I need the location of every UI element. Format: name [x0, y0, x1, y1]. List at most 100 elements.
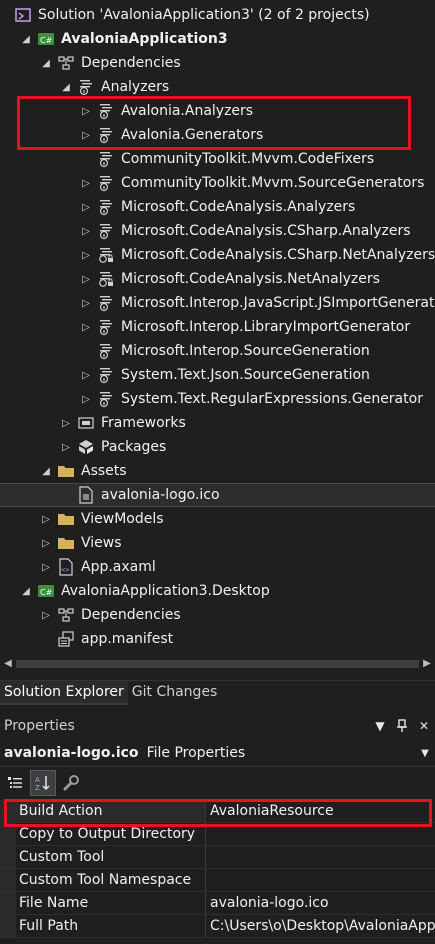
expand-arrow-icon[interactable]: ▷	[79, 195, 93, 219]
tree-item-label: Assets	[81, 463, 127, 479]
tree-item-app-axaml[interactable]: ▷ <> App.axaml	[0, 555, 435, 579]
analyzer-icon	[97, 174, 115, 192]
tree-item-communitytoolkit-mvvm-sourcegenerators[interactable]: ▷ CommunityToolkit.Mvvm.SourceGenerators	[0, 171, 435, 195]
close-icon[interactable]: ✕	[413, 715, 435, 737]
property-row-custom-tool-namespace[interactable]: Custom Tool Namespace	[0, 869, 435, 892]
tree-item-label: ViewModels	[81, 511, 164, 527]
folder-icon	[57, 510, 75, 528]
alphabetical-button[interactable]: A Z	[30, 770, 56, 796]
tree-item-label: Dependencies	[81, 55, 181, 71]
dependencies-icon	[57, 54, 75, 72]
analyzer-icon	[97, 294, 115, 312]
alphabetical-sort-icon: A Z	[35, 776, 50, 792]
tree-item-label: App.axaml	[81, 559, 156, 575]
tree-item-microsoft-codeanalysis-csharp-netanalyzers[interactable]: ▷ Microsoft.CodeAnalysis.CSharp.NetAnalyz…	[0, 243, 435, 267]
collapse-arrow-icon[interactable]: ◢	[39, 51, 53, 75]
tab-solution-explorer[interactable]: Solution Explorer	[0, 681, 128, 705]
tree-item-avaloniaapplication3-desktop[interactable]: ◢ C# AvaloniaApplication3.Desktop	[0, 579, 435, 603]
property-value[interactable]	[206, 869, 435, 891]
chevron-down-icon[interactable]: ▼	[415, 748, 435, 759]
tree-item-microsoft-interop-sourcegeneration[interactable]: Microsoft.Interop.SourceGeneration	[0, 339, 435, 363]
expand-arrow-icon[interactable]: ▷	[39, 531, 53, 555]
tree-item-assets[interactable]: ◢ Assets	[0, 459, 435, 483]
property-value[interactable]	[206, 846, 435, 868]
folder-icon	[57, 534, 75, 552]
expand-arrow-icon[interactable]: ▷	[39, 555, 53, 579]
property-pages-button[interactable]	[58, 770, 84, 796]
expand-arrow-icon[interactable]: ▷	[39, 507, 53, 531]
categorized-button[interactable]	[2, 770, 28, 796]
scroll-right-icon[interactable]: ▶	[421, 656, 433, 672]
tree-horizontal-scrollbar[interactable]: ◀ ▶	[0, 652, 435, 680]
expand-arrow-icon[interactable]: ▷	[79, 363, 93, 387]
analyzer-icon	[97, 198, 115, 216]
analyzer-lock-icon	[97, 246, 115, 264]
tree-item-label: CommunityToolkit.Mvvm.SourceGenerators	[121, 175, 425, 191]
folder-icon	[57, 462, 75, 480]
tree-item-label: System.Text.RegularExpressions.Generator	[121, 391, 423, 407]
tree-item-microsoft-codeanalysis-analyzers[interactable]: ▷ Microsoft.CodeAnalysis.Analyzers	[0, 195, 435, 219]
tree-item-label: Microsoft.Interop.JavaScript.JSImportGen…	[121, 295, 435, 311]
tree-item-microsoft-interop-libraryimportgenerator[interactable]: ▷ Microsoft.Interop.LibraryImportGenerato…	[0, 315, 435, 339]
tree-item-dependencies[interactable]: ▷ Dependencies	[0, 603, 435, 627]
tree-item-label: Microsoft.CodeAnalysis.CSharp.Analyzers	[121, 223, 411, 239]
analyzer-icon	[97, 150, 115, 168]
property-name: Full Path	[16, 915, 206, 937]
tree-item-label: Microsoft.Interop.SourceGeneration	[121, 343, 370, 359]
frameworks-icon	[77, 414, 95, 432]
property-margin	[0, 846, 16, 868]
expand-arrow-icon[interactable]: ▷	[79, 387, 93, 411]
tab-git-changes[interactable]: Git Changes	[128, 681, 222, 703]
collapse-arrow-icon[interactable]: ◢	[19, 579, 33, 603]
tree-item-microsoft-interop-javascript-jsimportgenerator[interactable]: ▷ Microsoft.Interop.JavaScript.JSImportGe…	[0, 291, 435, 315]
tree-item-app-manifest[interactable]: app.manifest	[0, 627, 435, 651]
window-menu-dropdown-icon[interactable]: ▼	[369, 715, 391, 737]
expand-arrow-icon[interactable]: ▷	[79, 315, 93, 339]
tree-item-label: Dependencies	[81, 607, 181, 623]
property-row-full-path[interactable]: Full Path C:\Users\o\Desktop\AvaloniaApp	[0, 915, 435, 938]
tree-item-label: Solution 'AvaloniaApplication3' (2 of 2 …	[38, 7, 370, 23]
expand-arrow-icon[interactable]: ▷	[79, 219, 93, 243]
dependencies-icon	[57, 606, 75, 624]
tree-item-viewmodels[interactable]: ▷ ViewModels	[0, 507, 435, 531]
expand-arrow-icon[interactable]: ▷	[79, 171, 93, 195]
property-value[interactable]: avalonia-logo.ico	[206, 892, 435, 914]
analyzer-lock-icon	[97, 270, 115, 288]
analyzer-icon	[97, 366, 115, 384]
svg-text:C#: C#	[40, 36, 53, 45]
scrollbar-track[interactable]	[16, 660, 419, 668]
properties-object-selector[interactable]: avalonia-logo.ico File Properties ▼	[0, 740, 435, 767]
property-value[interactable]: C:\Users\o\Desktop\AvaloniaApp	[206, 915, 435, 937]
analyzer-icon	[97, 222, 115, 240]
tree-item-microsoft-codeanalysis-csharp-analyzers[interactable]: ▷ Microsoft.CodeAnalysis.CSharp.Analyzers	[0, 219, 435, 243]
expand-arrow-icon[interactable]: ▷	[79, 291, 93, 315]
tree-item-solution-avaloniaapplication3-2-of-2-projects[interactable]: Solution 'AvaloniaApplication3' (2 of 2 …	[0, 3, 435, 27]
tree-item-packages[interactable]: ▷ Packages	[0, 435, 435, 459]
tree-item-communitytoolkit-mvvm-codefixers[interactable]: CommunityToolkit.Mvvm.CodeFixers	[0, 147, 435, 171]
collapse-arrow-icon[interactable]: ◢	[39, 459, 53, 483]
tree-item-views[interactable]: ▷ Views	[0, 531, 435, 555]
tree-item-system-text-json-sourcegeneration[interactable]: ▷ System.Text.Json.SourceGeneration	[0, 363, 435, 387]
expand-arrow-icon[interactable]: ▷	[39, 603, 53, 627]
tree-item-avalonia-logo-ico[interactable]: avalonia-logo.ico	[0, 483, 435, 507]
tree-item-frameworks[interactable]: ▷ Frameworks	[0, 411, 435, 435]
expand-arrow-icon[interactable]: ▷	[79, 243, 93, 267]
tree-item-microsoft-codeanalysis-netanalyzers[interactable]: ▷ Microsoft.CodeAnalysis.NetAnalyzers	[0, 267, 435, 291]
scroll-left-icon[interactable]: ◀	[2, 656, 14, 672]
expand-arrow-icon[interactable]: ▷	[59, 435, 73, 459]
tree-item-dependencies[interactable]: ◢ Dependencies	[0, 51, 435, 75]
expand-arrow-icon[interactable]: ▷	[59, 411, 73, 435]
property-row-custom-tool[interactable]: Custom Tool	[0, 846, 435, 869]
highlight-box-analyzers	[17, 96, 411, 150]
expand-arrow-icon[interactable]: ▷	[79, 267, 93, 291]
object-kind: File Properties	[146, 745, 246, 761]
analyzer-icon	[97, 318, 115, 336]
pin-icon[interactable]	[391, 715, 413, 737]
property-row-file-name[interactable]: File Name avalonia-logo.ico	[0, 892, 435, 915]
tree-item-system-text-regularexpressions-generator[interactable]: ▷ System.Text.RegularExpressions.Generato…	[0, 387, 435, 411]
tree-item-avaloniaapplication3[interactable]: ◢ C# AvaloniaApplication3	[0, 27, 435, 51]
collapse-arrow-icon[interactable]: ◢	[19, 27, 33, 51]
